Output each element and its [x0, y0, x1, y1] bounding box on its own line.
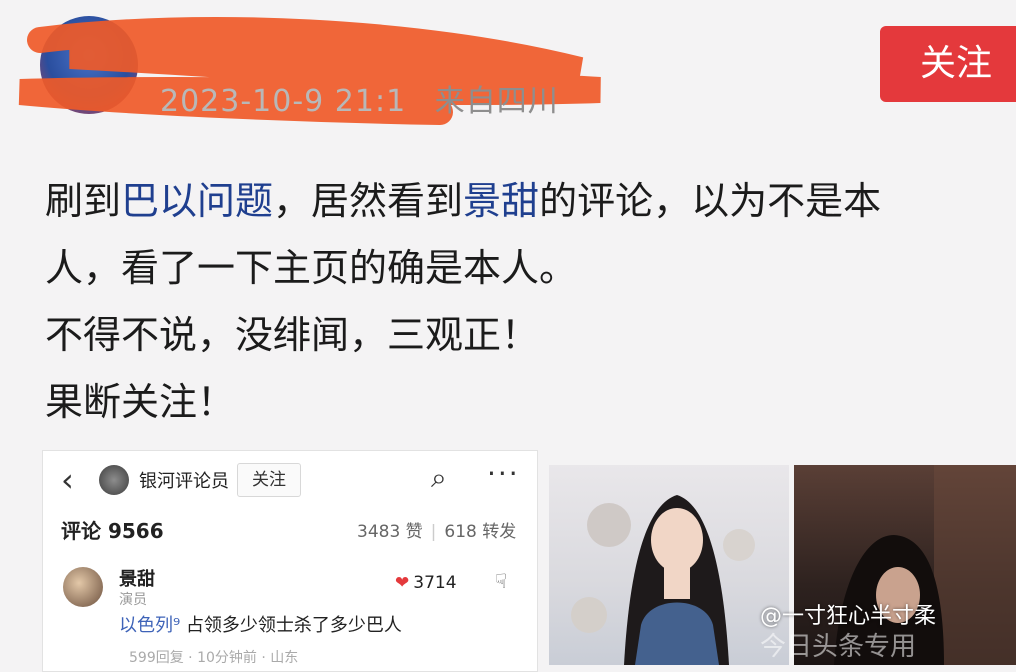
more-icon: ··· — [487, 457, 520, 490]
embedded-screenshot[interactable]: ‹ 银河评论员 关注 ⌕ ··· 评论 9566 3483 赞 | 618 转发 景… — [42, 450, 538, 672]
post-date: 2023-10-9 21:1 — [160, 84, 407, 119]
post-line-1: 刷到巴以问题，居然看到景甜的评论，以为不是本 — [45, 179, 882, 223]
comment-likes: ❤ 3714 — [395, 573, 457, 593]
comment-footer: 599回复 · 10分钟前 · 山东 — [129, 650, 299, 666]
heart-icon: ❤ — [395, 573, 410, 593]
post-meta: 2023-10-9 21:1 来自四川 — [160, 76, 559, 120]
commenter-role: 演员 — [119, 592, 147, 608]
comments-count: 评论 9566 — [61, 519, 164, 543]
search-icon: ⌕ — [431, 461, 447, 494]
post-stats: 3483 赞 | 618 转发 — [357, 522, 517, 542]
commenter-name: 景甜 — [119, 569, 155, 590]
photo-thumbnail-1[interactable] — [549, 465, 789, 665]
commenter-avatar — [63, 567, 103, 607]
comment-tag: 以色列 — [119, 615, 173, 636]
follow-button[interactable]: 关注 — [880, 26, 1016, 102]
user-avatar — [99, 465, 129, 495]
post-location: 来自四川 — [434, 84, 559, 119]
comment-text: 以色列⁹ 占领多少领士杀了多少巴人 — [119, 615, 402, 636]
post-line-3: 不得不说，没绯闻，三观正！ — [45, 313, 540, 357]
topic-link[interactable]: 巴以问题 — [121, 179, 273, 223]
watermark-secondary: 今日头条专用 — [760, 632, 917, 662]
mention-link[interactable]: 景甜 — [463, 179, 539, 223]
post-body: 刷到巴以问题，居然看到景甜的评论，以为不是本 人，看了一下主页的确是本人。 不得… — [45, 168, 1016, 436]
portrait-illustration — [571, 495, 755, 665]
back-icon: ‹ — [61, 461, 74, 499]
post-line-2: 人，看了一下主页的确是本人。 — [45, 246, 578, 290]
author-avatar[interactable] — [40, 16, 138, 114]
thumbs-down-icon: ☟ — [495, 569, 508, 593]
post-line-4: 果断关注！ — [45, 380, 236, 424]
embedded-follow-button: 关注 — [237, 463, 301, 497]
embedded-username: 银河评论员 — [139, 471, 229, 492]
